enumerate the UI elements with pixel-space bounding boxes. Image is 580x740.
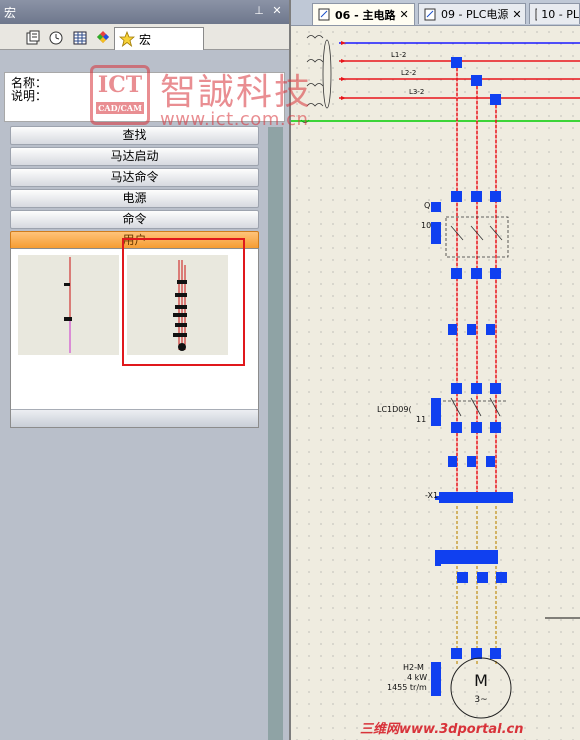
terminal-strip-label: -X1 (425, 491, 438, 500)
close-tab-icon[interactable]: ✕ (512, 8, 521, 21)
section-motor-start[interactable]: 马达启动 (10, 147, 259, 166)
motor-phase: 3~ (474, 695, 487, 705)
tab-plc[interactable]: 10 - PL (529, 3, 580, 24)
wire-label-l1: L1-2 (391, 51, 406, 59)
motor-code: H2-M (403, 663, 424, 672)
tab-grid[interactable] (71, 27, 89, 49)
panel-tab-strip: 宏 (0, 24, 289, 50)
motor-letter: M (474, 671, 488, 690)
disconnect-number: 10 (421, 221, 431, 230)
schematic-drawing: L1-2 L2-2 L3-2 Q 10 LC1D09(11 -X1 M 3~ … (291, 35, 580, 719)
section-footer (11, 409, 258, 427)
tab-label: 09 - PLC电源 (441, 8, 509, 21)
pin-button[interactable]: ⊥ (252, 4, 266, 18)
section-command[interactable]: 命令 (10, 210, 259, 229)
watermark-footer: 三维网www.3dportal.cn (360, 722, 524, 737)
panel-scrollbar[interactable] (268, 127, 283, 740)
cubes-icon (97, 31, 109, 43)
macro-thumbnail-1[interactable] (18, 255, 119, 355)
contactor-label: LC1D09( (377, 405, 412, 414)
motor-speed: 1455 tr/m (387, 683, 427, 692)
panel-title: 宏 (4, 6, 17, 20)
macro-panel: 宏 ⊥ ✕ 宏 名称： 说明： 查找 马达启动 马达命令 电源 命令 用户 (0, 0, 289, 740)
motor-wires (456, 506, 497, 666)
tab-macro-label: 宏 (139, 32, 152, 47)
tab-history[interactable] (47, 27, 65, 49)
user-macro-list (10, 248, 259, 428)
tab-main-circuit[interactable]: 06 - 主电路 ✕ (312, 3, 415, 25)
section-list: 查找 马达启动 马达命令 电源 命令 用户 (10, 126, 259, 252)
panel-titlebar: 宏 ⊥ ✕ (0, 0, 289, 24)
terminals (431, 57, 513, 696)
macro-preview-1 (64, 257, 72, 353)
pages-icon (26, 30, 40, 45)
tab-macro[interactable]: 宏 (114, 27, 204, 50)
clock-icon (49, 31, 63, 45)
schematic-canvas[interactable]: L1-2 L2-2 L3-2 Q 10 LC1D09(11 -X1 M 3~ … (291, 26, 580, 740)
page-icon (318, 8, 330, 21)
close-tab-icon[interactable]: ✕ (400, 8, 409, 21)
macro-properties: 名称： 说明： (4, 72, 285, 122)
tab-label: 10 - PL (541, 7, 579, 21)
disconnect-label: Q (424, 201, 430, 210)
wire-label-l3: L3-2 (409, 88, 424, 96)
wire-label-l2: L2-2 (401, 69, 416, 77)
bus-arrows (341, 41, 346, 100)
page-icon (424, 8, 436, 20)
tab-pages[interactable] (24, 27, 42, 49)
tab-components[interactable] (94, 27, 112, 49)
macro-thumbnail-2[interactable] (127, 255, 228, 355)
star-icon (119, 31, 135, 47)
macro-preview-2 (173, 260, 187, 351)
source-symbols (300, 35, 332, 123)
document-tab-strip: 06 - 主电路 ✕ 09 - PLC电源 ✕ 10 - PL (291, 0, 580, 26)
page-icon (535, 8, 538, 20)
motor-power: 4 kW (407, 673, 427, 682)
section-search[interactable]: 查找 (10, 126, 259, 145)
tab-plc-power[interactable]: 09 - PLC电源 ✕ (418, 3, 526, 24)
contactor-number: 11 (416, 415, 426, 424)
grid-icon (73, 31, 87, 45)
section-power[interactable]: 电源 (10, 189, 259, 208)
description-label: 说明： (11, 89, 48, 103)
tab-label: 06 - 主电路 (335, 8, 396, 22)
section-motor-command[interactable]: 马达命令 (10, 168, 259, 187)
close-panel-button[interactable]: ✕ (270, 4, 284, 18)
